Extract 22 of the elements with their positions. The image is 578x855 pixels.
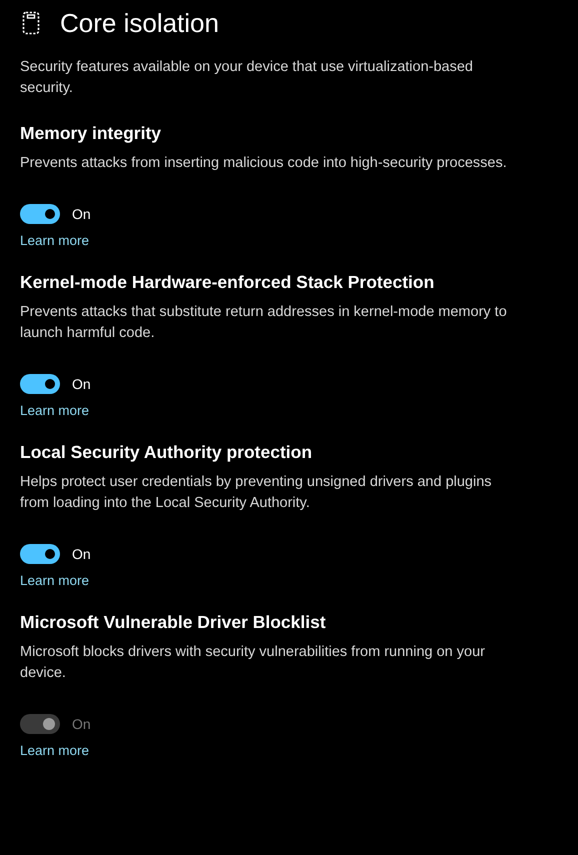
learn-more-link[interactable]: Learn more <box>20 233 90 248</box>
chip-icon <box>22 11 40 35</box>
toggle-label: On <box>72 716 91 732</box>
learn-more-link[interactable]: Learn more <box>20 403 90 418</box>
toggle-switch[interactable] <box>20 374 60 394</box>
toggle-switch[interactable] <box>20 204 60 224</box>
section-description: Prevents attacks from inserting malicious code into high-security processes. <box>20 154 507 173</box>
section-title: Local Security Authority protection <box>20 441 312 464</box>
toggle-switch[interactable] <box>20 544 60 564</box>
learn-more-link[interactable]: Learn more <box>20 573 90 588</box>
toggle-label: On <box>72 546 91 562</box>
toggle-label: On <box>72 206 91 222</box>
section-description: Prevents attacks that substitute return addresses in kernel-mode memory to launch harmful code. <box>20 303 508 343</box>
section-title: Microsoft Vulnerable Driver Blocklist <box>20 611 326 634</box>
section-description: Microsoft blocks drivers with security vulnerabilities from running on your device. <box>20 643 486 683</box>
learn-more-link[interactable]: Learn more <box>20 743 90 758</box>
section-title: Memory integrity <box>20 122 161 145</box>
section-description: Helps protect user credentials by preventing unsigned drivers and plugins from loading into the Local Security Authority. <box>20 473 493 513</box>
section-title: Kernel-mode Hardware-enforced Stack Protection <box>20 271 434 294</box>
toggle-label: On <box>72 376 91 392</box>
page-description: Security features available on your device that use virtualization-based security. <box>20 58 474 98</box>
page-title: Core isolation <box>60 8 219 38</box>
